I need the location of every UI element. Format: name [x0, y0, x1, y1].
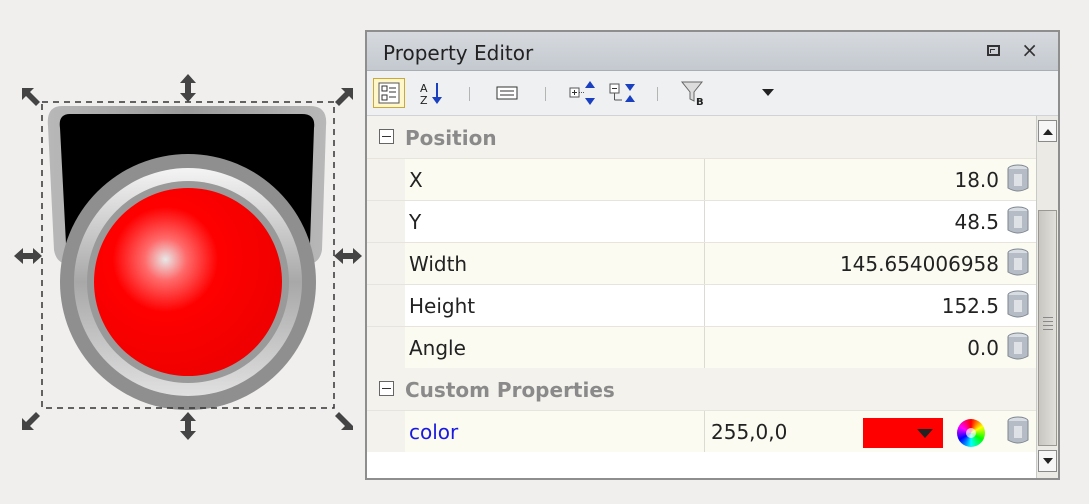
property-name: Angle: [409, 336, 466, 360]
color-value-input[interactable]: 255,0,0: [711, 420, 787, 444]
expand-all-button[interactable]: [565, 78, 601, 108]
chevron-up-icon: [1042, 128, 1053, 135]
resize-handle-e-icon: [334, 248, 362, 264]
property-name: Height: [409, 294, 476, 318]
binding-icon[interactable]: [1005, 248, 1031, 278]
property-editor-panel: Property Editor × A Z B Position X 18.0 …: [365, 30, 1060, 480]
collapse-all-icon: [609, 83, 635, 102]
color-wheel-icon[interactable]: [957, 419, 985, 447]
panel-toolbar: A Z B: [367, 71, 1058, 116]
binding-icon[interactable]: [1005, 416, 1031, 446]
property-row-x[interactable]: X 18.0: [367, 158, 1039, 200]
red-lens: [94, 188, 282, 376]
show-description-button[interactable]: [491, 78, 523, 108]
property-row-width[interactable]: Width 145.654006958: [367, 242, 1039, 284]
resize-handle-n-icon: [180, 74, 196, 102]
collapse-toggle-icon[interactable]: [379, 381, 394, 396]
property-row-angle[interactable]: Angle 0.0: [367, 326, 1039, 368]
resize-handle-w-icon: [14, 248, 42, 264]
panel-title: Property Editor: [383, 41, 534, 65]
property-row-color[interactable]: color 255,0,0: [367, 410, 1039, 452]
property-value-cell[interactable]: 0.0: [705, 327, 1039, 368]
property-name: X: [409, 168, 423, 192]
expand-all-icon: [569, 81, 595, 105]
property-value-cell[interactable]: 255,0,0: [705, 411, 1039, 452]
collapse-toggle-icon[interactable]: [379, 129, 394, 144]
chevron-down-icon: [917, 429, 933, 438]
categorized-view-icon: [378, 82, 400, 104]
dropdown-arrow-icon: [762, 89, 774, 96]
chevron-down-icon: [1042, 457, 1053, 464]
categorized-view-button[interactable]: [373, 78, 405, 108]
resize-handle-se-icon: [335, 412, 353, 430]
property-value[interactable]: 48.5: [954, 210, 999, 234]
section-position[interactable]: Position: [367, 116, 1039, 158]
scroll-up-button[interactable]: [1038, 120, 1057, 142]
resize-handle-nw-icon: [22, 88, 40, 106]
toolbar-dropdown-button[interactable]: [757, 78, 779, 108]
property-value[interactable]: 18.0: [954, 168, 999, 192]
property-value[interactable]: 145.654006958: [840, 252, 999, 276]
property-name: color: [409, 420, 459, 444]
description-icon: [496, 86, 518, 100]
binding-icon[interactable]: [1005, 206, 1031, 236]
resize-handle-sw-icon: [22, 412, 40, 430]
property-grid: Position X 18.0 Y 48.5 Width 145.6540069…: [367, 116, 1039, 478]
binding-icon[interactable]: [1005, 332, 1031, 362]
vertical-scrollbar[interactable]: [1036, 116, 1058, 478]
svg-text:Z: Z: [420, 94, 428, 106]
property-value-cell[interactable]: 48.5: [705, 201, 1039, 242]
restore-window-icon[interactable]: [987, 45, 1000, 56]
property-value-cell[interactable]: 145.654006958: [705, 243, 1039, 284]
property-value-cell[interactable]: 152.5: [705, 285, 1039, 326]
section-custom-properties[interactable]: Custom Properties: [367, 368, 1039, 410]
resize-handle-s-icon: [180, 412, 196, 440]
section-label: Custom Properties: [405, 378, 615, 402]
sort-alphabetical-icon: A Z: [420, 82, 442, 106]
binding-icon[interactable]: [1005, 164, 1031, 194]
design-canvas[interactable]: [0, 0, 365, 500]
collapse-all-button[interactable]: [605, 78, 641, 108]
sort-alphabetical-button[interactable]: A Z: [415, 78, 447, 108]
scrollbar-thumb[interactable]: [1038, 210, 1057, 446]
color-swatch-dropdown[interactable]: [863, 418, 943, 448]
filter-button[interactable]: B: [677, 78, 713, 108]
section-label: Position: [405, 126, 497, 150]
property-name: Y: [409, 210, 422, 234]
panel-titlebar[interactable]: Property Editor ×: [367, 32, 1058, 71]
scroll-down-button[interactable]: [1038, 450, 1057, 472]
push-button-component[interactable]: [0, 0, 365, 500]
svg-text:B: B: [696, 97, 704, 107]
binding-icon[interactable]: [1005, 290, 1031, 320]
property-row-height[interactable]: Height 152.5: [367, 284, 1039, 326]
property-value-cell[interactable]: 18.0: [705, 159, 1039, 200]
resize-handle-ne-icon: [335, 88, 353, 106]
property-value[interactable]: 152.5: [942, 294, 999, 318]
property-value[interactable]: 0.0: [967, 336, 999, 360]
property-row-y[interactable]: Y 48.5: [367, 200, 1039, 242]
close-icon[interactable]: ×: [1021, 40, 1038, 60]
filter-icon: B: [680, 81, 704, 107]
property-name: Width: [409, 252, 468, 276]
